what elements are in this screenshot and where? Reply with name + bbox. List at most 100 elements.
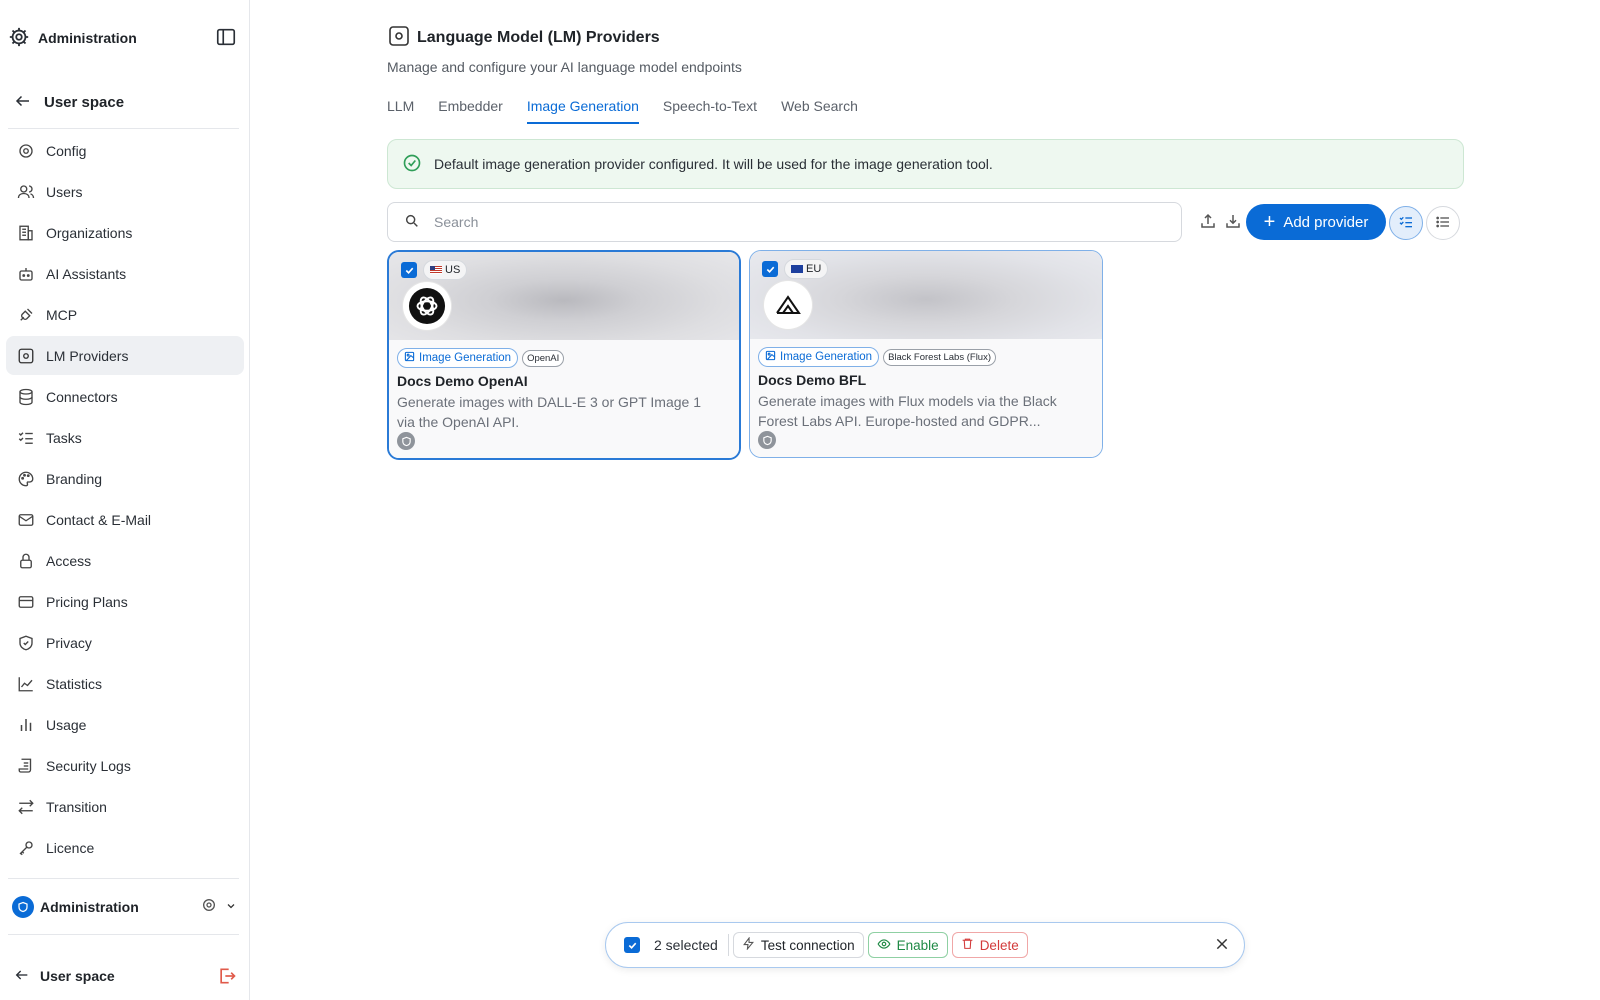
type-tag-label: Image Generation [780, 351, 873, 363]
sidebar-item-branding[interactable]: Branding [6, 459, 244, 498]
sidebar-item-contact-email[interactable]: Contact & E-Mail [6, 500, 244, 539]
card-body: Image Generation Black Forest Labs (Flux… [750, 339, 1102, 457]
chart-line-icon [16, 674, 36, 694]
sidebar-item-users[interactable]: Users [6, 172, 244, 211]
image-icon [404, 351, 415, 365]
sidebar-item-label: Users [46, 183, 83, 200]
close-icon[interactable] [1214, 936, 1232, 954]
add-provider-label: Add provider [1283, 213, 1369, 231]
settings-icon[interactable] [201, 897, 217, 916]
test-connection-label: Test connection [760, 937, 855, 953]
sidebar-item-connectors[interactable]: Connectors [6, 377, 244, 416]
alert-text: Default image generation provider config… [434, 156, 993, 172]
tab-web-search[interactable]: Web Search [781, 98, 858, 124]
sidebar-item-statistics[interactable]: Statistics [6, 664, 244, 703]
organization-switcher[interactable]: Administration [12, 894, 237, 920]
sidebar-item-usage[interactable]: Usage [6, 705, 244, 744]
sidebar-item-lm-providers[interactable]: LM Providers [6, 336, 244, 375]
credit-card-icon [16, 592, 36, 612]
sidebar-item-privacy[interactable]: Privacy [6, 623, 244, 662]
sidebar-item-label: Contact & E-Mail [46, 511, 152, 528]
type-tag: Image Generation [397, 348, 519, 368]
arrow-left-icon [14, 92, 32, 113]
provider-card-openai[interactable]: US Image Generation OpenAI Docs Demo Ope… [387, 250, 741, 460]
logout-icon[interactable] [217, 966, 237, 989]
upload-icon[interactable] [1197, 210, 1219, 232]
eye-icon [877, 937, 891, 954]
tab-speech-to-text[interactable]: Speech-to-Text [663, 98, 757, 124]
select-all-checkbox[interactable] [624, 937, 640, 953]
sidebar-item-security-logs[interactable]: Security Logs [6, 746, 244, 785]
region-badge: EU [784, 259, 829, 279]
search-box [387, 202, 1182, 242]
sidebar-item-tasks[interactable]: Tasks [6, 418, 244, 457]
bar-chart-icon [16, 715, 36, 735]
check-circle-icon [402, 153, 422, 176]
sidebar-item-label: Transition [46, 798, 107, 815]
sidebar-item-label: Config [46, 142, 87, 159]
test-connection-button[interactable]: Test connection [732, 932, 864, 958]
sidebar-item-ai-assistants[interactable]: AI Assistants [6, 254, 244, 293]
card-description: Generate images with Flux models via the… [758, 393, 1057, 429]
bfl-logo-icon [764, 281, 812, 329]
sidebar-item-licence[interactable]: Licence [6, 828, 244, 867]
shield-icon [397, 432, 415, 450]
sidebar-item-label: Security Logs [46, 757, 131, 774]
sidebar-item-config[interactable]: Config [6, 131, 244, 170]
sidebar-item-transition[interactable]: Transition [6, 787, 244, 826]
sidebar-toggle-icon[interactable] [215, 26, 239, 50]
divider [8, 128, 239, 129]
footer-label: User space [40, 968, 115, 984]
sidebar-item-mcp[interactable]: MCP [6, 295, 244, 334]
region-badge: US [423, 260, 468, 280]
sidebar-header: Administration [8, 24, 239, 52]
sidebar-item-access[interactable]: Access [6, 541, 244, 580]
sidebar-item-label: Statistics [46, 675, 103, 692]
card-body: Image Generation OpenAI Docs Demo OpenAI… [389, 340, 739, 458]
card-checkbox[interactable] [762, 261, 778, 277]
sidebar-item-pricing-plans[interactable]: Pricing Plans [6, 582, 244, 621]
tab-embedder[interactable]: Embedder [438, 98, 503, 124]
bulk-action-bar: 2 selected Test connection Enable Delete [605, 922, 1245, 968]
chevron-down-icon[interactable] [225, 899, 237, 915]
provider-card-bfl[interactable]: EU Image Generation Black Forest Labs (F… [749, 250, 1103, 458]
provider-tabs: LLM Embedder Image Generation Speech-to-… [387, 98, 882, 124]
sidebar-item-label: LM Providers [46, 347, 129, 364]
sidebar-item-label: Connectors [46, 388, 118, 405]
tab-llm[interactable]: LLM [387, 98, 414, 124]
divider [727, 934, 729, 956]
scroll-icon [16, 756, 36, 776]
page-subtitle: Manage and configure your AI language mo… [387, 59, 742, 75]
add-provider-button[interactable]: + Add provider [1246, 204, 1386, 240]
back-to-user-space[interactable]: User space [14, 92, 124, 113]
card-banner: EU [750, 251, 1102, 339]
sidebar-item-organizations[interactable]: Organizations [6, 213, 244, 252]
delete-button[interactable]: Delete [951, 932, 1028, 958]
region-label: EU [806, 263, 822, 275]
select-mode-button[interactable] [1389, 206, 1423, 240]
key-icon [16, 838, 36, 858]
us-flag-icon [430, 266, 442, 274]
download-icon[interactable] [1222, 210, 1244, 232]
chip-icon [16, 346, 36, 366]
list-check-icon [16, 428, 36, 448]
building-icon [16, 223, 36, 243]
trash-icon [961, 937, 974, 953]
back-to-user-space-footer[interactable]: User space [14, 964, 237, 988]
sidebar-item-label: Licence [46, 839, 95, 856]
list-view-button[interactable] [1426, 206, 1460, 240]
page-header: Language Model (LM) Providers Manage and… [387, 24, 742, 75]
sidebar-item-label: Usage [46, 716, 87, 733]
tab-image-generation[interactable]: Image Generation [526, 98, 639, 124]
org-avatar [12, 896, 34, 918]
card-title: Docs Demo OpenAI [397, 373, 528, 389]
search-input[interactable] [434, 214, 1134, 230]
sidebar-item-label: Organizations [46, 224, 133, 241]
enable-button[interactable]: Enable [867, 932, 948, 958]
plus-icon: + [1263, 211, 1276, 233]
card-checkbox[interactable] [401, 262, 417, 278]
list-check-icon [1398, 214, 1414, 233]
sidebar-item-label: AI Assistants [46, 265, 127, 282]
card-title: Docs Demo BFL [758, 372, 867, 388]
region-label: US [445, 264, 461, 276]
